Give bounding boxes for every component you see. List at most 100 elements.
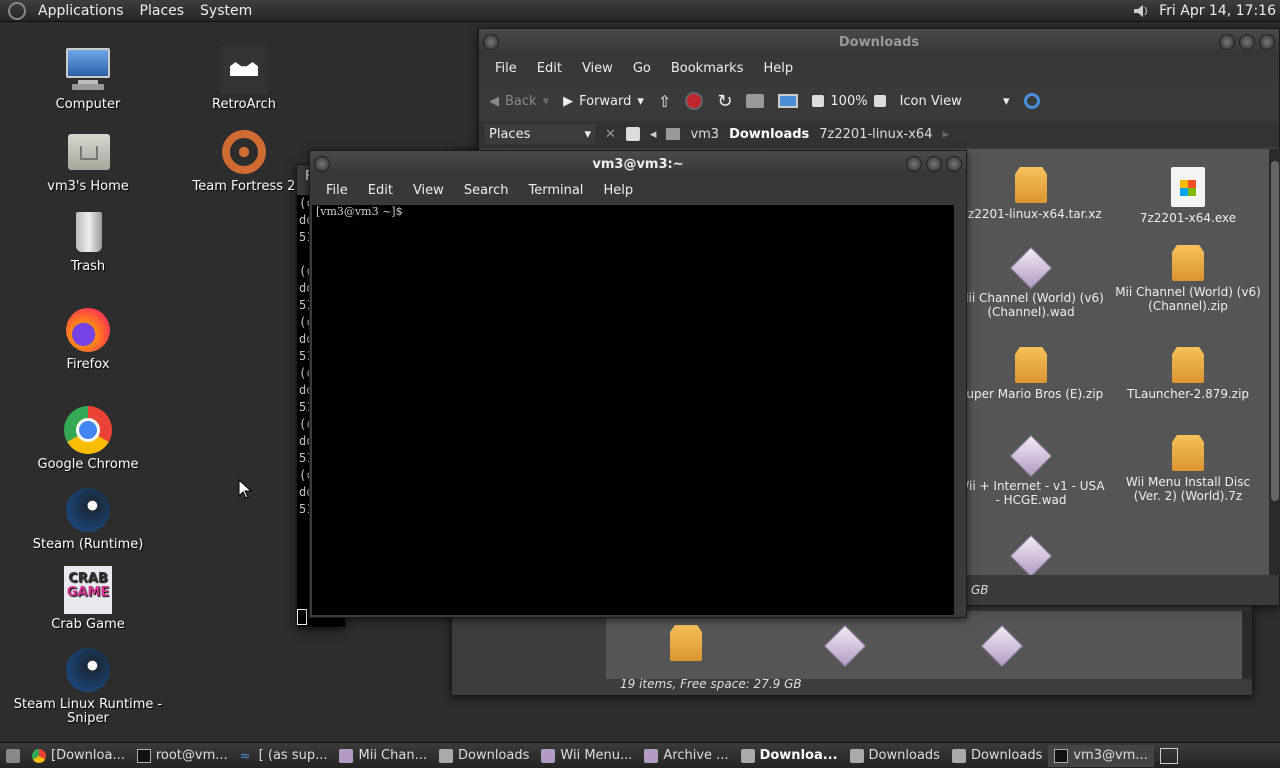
search-icon[interactable] [1023, 93, 1040, 109]
workspace-icon [1159, 747, 1178, 764]
view-selector[interactable]: Icon View ▾ [900, 94, 1010, 109]
reload-icon[interactable]: ↻ [717, 91, 732, 112]
background-file-pane [606, 611, 1242, 679]
desktop-icon-steam-sniper[interactable]: Steam Linux Runtime - Sniper [13, 646, 163, 726]
window-menu-button[interactable] [483, 34, 499, 50]
clock[interactable]: Fri Apr 14, 17:16 [1159, 3, 1276, 19]
menu-edit[interactable]: Edit [358, 183, 403, 198]
file-view-scrollbar[interactable] [1269, 149, 1280, 575]
places-menu[interactable]: Places [140, 3, 185, 19]
menu-edit[interactable]: Edit [527, 61, 572, 76]
file-item[interactable]: 7z2201-linux-x64.tar.xz [956, 167, 1106, 221]
exe-file-icon [1171, 167, 1205, 207]
taskbar-item-root-terminal[interactable]: root@vm... [131, 745, 234, 767]
file-item[interactable]: Wii + Internet - v1 - USA - HCGE.wad [956, 434, 1106, 507]
taskbar-item-archive[interactable]: Archive ... [638, 745, 734, 767]
close-button[interactable] [1259, 34, 1275, 50]
file-manager-menubar: File Edit View Go Bookmarks Help [479, 55, 1279, 81]
desktop-icon-trash[interactable]: Trash [13, 208, 163, 274]
window-menu-button[interactable] [314, 156, 330, 172]
desktop-icon-steam-runtime[interactable]: Steam (Runtime) [13, 486, 163, 552]
applications-menu[interactable]: Applications [38, 3, 124, 19]
menu-file[interactable]: File [485, 61, 527, 76]
taskbar-item-wii-menu[interactable]: Wii Menu... [535, 745, 638, 767]
taskbar-item-mii-channel[interactable]: Mii Chan... [333, 745, 433, 767]
zoom-out-icon[interactable] [812, 95, 825, 107]
archive-file-icon[interactable] [670, 625, 702, 661]
show-desktop-button[interactable] [0, 745, 26, 767]
menu-help[interactable]: Help [753, 61, 803, 76]
zoom-control[interactable]: 100% [812, 94, 886, 109]
terminal-output[interactable]: [vm3@vm3 ~]$ [312, 205, 954, 615]
taskbar-item-downloads-2[interactable]: Downloads [844, 745, 946, 767]
close-button[interactable] [946, 156, 962, 172]
scrollbar-thumb[interactable] [1271, 161, 1279, 501]
file-item[interactable] [956, 534, 1106, 579]
menu-file[interactable]: File [316, 183, 358, 198]
breadcrumb-right-arrow[interactable]: ▸ [942, 127, 949, 142]
terminal-scrollbar[interactable] [956, 205, 966, 615]
steam-icon [64, 486, 112, 534]
wad-file-icon[interactable] [980, 624, 1024, 668]
file-manager-titlebar[interactable]: Downloads [479, 29, 1279, 55]
taskbar-item-vm3-terminal[interactable]: vm3@vm... [1048, 744, 1154, 767]
home-icon[interactable] [746, 94, 765, 108]
desktop-icon-label: Crab Game [51, 617, 125, 632]
menu-help[interactable]: Help [593, 183, 643, 198]
up-icon[interactable]: ⇧ [658, 92, 671, 111]
menu-view[interactable]: View [572, 61, 623, 76]
taskbar-item-superuser[interactable]: ≈[ (as sup... [234, 745, 334, 767]
taskbar-item-downloads-active[interactable]: Downloa... [735, 745, 844, 767]
desktop-icon-retroarch[interactable]: RetroArch [169, 46, 319, 112]
archive-manager-icon [644, 748, 659, 763]
maximize-button[interactable] [926, 156, 942, 172]
system-menu[interactable]: System [200, 3, 252, 19]
back-button[interactable]: ◀ Back ▾ [489, 94, 549, 109]
archive-manager-icon [339, 748, 354, 763]
desktop-icon-computer[interactable]: Computer [13, 46, 163, 112]
background-scrollbar[interactable] [1242, 611, 1252, 679]
file-item[interactable]: Mii Channel (World) (v6) (Channel).zip [1113, 245, 1263, 313]
breadcrumb-7z[interactable]: 7z2201-linux-x64 [819, 127, 932, 142]
menu-go[interactable]: Go [623, 61, 661, 76]
menu-view[interactable]: View [403, 183, 454, 198]
breadcrumb: vm3 Downloads 7z2201-linux-x64 ▸ [666, 127, 949, 142]
taskbar-item-downloads-1[interactable]: Downloads [433, 745, 535, 767]
desktop-icon-firefox[interactable]: Firefox [13, 306, 163, 372]
desktop-icon-crab-game[interactable]: CRAB GAME Crab Game [13, 566, 163, 632]
file-item[interactable]: TLauncher-2.879.zip [1113, 347, 1263, 401]
taskbar-item-downloads-3[interactable]: Downloads [946, 745, 1048, 767]
window-title: vm3@vm3:~ [592, 156, 684, 172]
file-item[interactable]: Wii Menu Install Disc (Ver. 2) (World).7… [1113, 435, 1263, 503]
breadcrumb-downloads[interactable]: Downloads [729, 127, 809, 142]
edit-location-icon[interactable] [625, 127, 640, 141]
volume-icon[interactable] [1131, 2, 1149, 20]
breadcrumb-vm3[interactable]: vm3 [690, 127, 719, 142]
terminal-window[interactable]: vm3@vm3:~ File Edit View Search Terminal… [309, 150, 967, 618]
workspace-switcher[interactable] [1154, 745, 1184, 767]
places-dropdown[interactable]: Places ▾ [485, 124, 595, 144]
file-item[interactable]: Super Mario Bros (E).zip [956, 347, 1106, 401]
taskbar-item-chrome-downloads[interactable]: [Downloa... [26, 745, 131, 767]
file-item[interactable]: Mii Channel (World) (v6) (Channel).wad [956, 246, 1106, 319]
terminal-icon [136, 748, 151, 763]
zoom-in-icon[interactable] [873, 95, 886, 107]
forward-button[interactable]: ▶ Forward ▾ [563, 94, 644, 109]
maximize-button[interactable] [1239, 34, 1255, 50]
minimize-button[interactable] [1219, 34, 1235, 50]
breadcrumb-left-arrow[interactable]: ◂ [650, 127, 657, 142]
menu-terminal[interactable]: Terminal [518, 183, 593, 198]
menu-bookmarks[interactable]: Bookmarks [661, 61, 754, 76]
terminal-titlebar[interactable]: vm3@vm3:~ [310, 151, 966, 177]
computer-icon[interactable] [778, 94, 799, 108]
wad-file-icon[interactable] [823, 624, 867, 668]
desktop-icon-home[interactable]: vm3's Home [13, 128, 163, 194]
minimize-button[interactable] [906, 156, 922, 172]
close-sidebar-icon[interactable]: ✕ [605, 127, 616, 142]
distro-logo-icon[interactable] [8, 1, 26, 20]
stop-icon[interactable] [685, 92, 704, 110]
file-item[interactable]: 7z2201-x64.exe [1113, 167, 1263, 225]
menu-search[interactable]: Search [454, 183, 519, 198]
desktop-icon-chrome[interactable]: Google Chrome [13, 406, 163, 472]
breadcrumb-home-icon[interactable] [666, 128, 681, 140]
